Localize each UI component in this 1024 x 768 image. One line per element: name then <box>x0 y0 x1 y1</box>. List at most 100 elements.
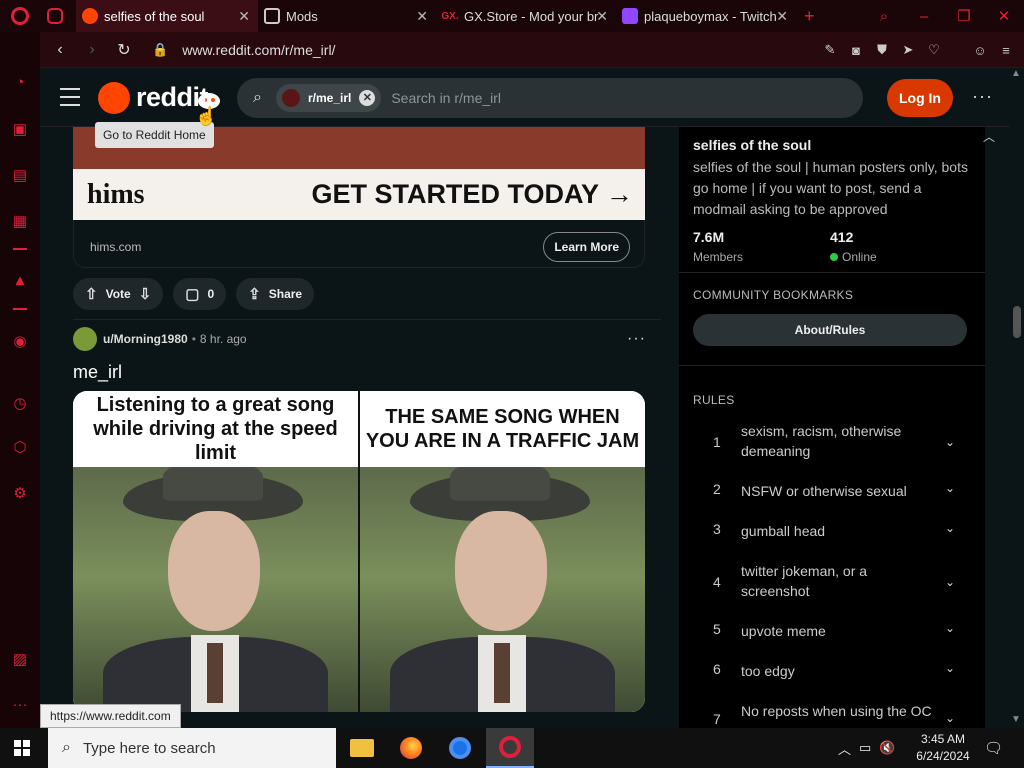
post-title[interactable]: me_irl <box>73 362 122 383</box>
history-icon[interactable]: ◷ <box>0 394 40 412</box>
aria-icon[interactable]: ▲ <box>0 272 40 289</box>
send-icon[interactable]: ➤ <box>898 42 918 58</box>
settings-menu-icon[interactable]: ≡ <box>996 43 1016 58</box>
rule-text: sexism, racism, otherwise demeaning <box>741 423 902 459</box>
volume-muted-icon[interactable]: 🔇 <box>879 740 895 756</box>
chevron-down-icon[interactable]: ⌄ <box>945 621 955 635</box>
tab-messenger[interactable] <box>40 0 76 32</box>
speed-limiter-icon[interactable]: ◔ <box>0 74 40 91</box>
scroll-down-icon[interactable]: ▼ <box>1011 714 1021 725</box>
shield-icon[interactable]: ⛊ <box>872 42 892 58</box>
firefox-icon[interactable] <box>387 728 435 768</box>
post-author[interactable]: u/Morning1980 <box>103 332 188 346</box>
login-button[interactable]: Log In <box>887 79 953 117</box>
more-icon[interactable]: ··· <box>0 696 40 713</box>
reddit-logo-icon[interactable] <box>98 82 220 114</box>
network-icon[interactable]: ▭ <box>859 740 871 756</box>
bag-icon[interactable]: ▣ <box>0 120 40 138</box>
wallpaper-icon[interactable]: ▨ <box>0 650 40 668</box>
hat-crown-shape <box>163 467 263 501</box>
edit-icon[interactable]: ✎ <box>820 42 840 58</box>
chevron-down-icon[interactable]: ⌄ <box>945 435 955 449</box>
tab-mods[interactable]: Mods ✕ <box>258 0 436 32</box>
learn-more-button[interactable]: Learn More <box>543 232 630 262</box>
subreddit-chip[interactable]: r/me_irl ✕ <box>275 84 382 112</box>
file-explorer-icon[interactable] <box>338 728 386 768</box>
player-icon[interactable]: ◉ <box>0 332 40 350</box>
chevron-up-icon[interactable]: ︿ <box>983 128 995 145</box>
face-shape <box>168 511 260 631</box>
close-tab-icon[interactable]: ✕ <box>596 8 608 25</box>
hamburger-menu-icon[interactable] <box>60 88 80 106</box>
comment-icon: ▢ <box>185 286 200 303</box>
tab-twitch[interactable]: plaqueboymax - Twitch ✕ <box>616 0 796 32</box>
clear-chip-icon[interactable]: ✕ <box>359 90 376 106</box>
opera-menu-icon[interactable] <box>0 0 40 32</box>
lock-icon[interactable]: 🔒 <box>152 42 168 58</box>
more-options-icon[interactable]: ··· <box>972 86 993 107</box>
share-button[interactable]: ⇪ Share <box>236 278 315 310</box>
windows-start-icon[interactable] <box>14 740 30 756</box>
chevron-down-icon[interactable]: ⌄ <box>945 661 955 675</box>
messenger-icon <box>47 8 63 24</box>
maximize-icon[interactable]: ❐ <box>944 7 984 25</box>
tab-selfies-of-the-soul[interactable]: selfies of the soul ✕ <box>76 0 258 32</box>
search-icon: ⌕ <box>253 89 262 106</box>
downvote-icon[interactable]: ⇩ <box>139 285 152 303</box>
taskbar-clock[interactable]: 3:45 AM 6/24/2024 <box>912 731 974 765</box>
gx-corner-icon[interactable]: ▦ <box>0 212 40 230</box>
reload-icon[interactable]: ↻ <box>108 40 140 60</box>
tab-gx-store[interactable]: GX. GX.Store - Mod your br ✕ <box>436 0 616 32</box>
chevron-down-icon[interactable]: ⌄ <box>945 481 955 495</box>
heart-icon[interactable]: ♡ <box>924 42 944 58</box>
close-tab-icon[interactable]: ✕ <box>416 8 428 25</box>
close-tab-icon[interactable]: ✕ <box>238 8 250 25</box>
ad-domain[interactable]: hims.com <box>90 240 141 254</box>
forward-icon[interactable]: › <box>76 41 108 59</box>
scrollbar-thumb[interactable] <box>1013 306 1021 338</box>
members-count: 7.6M <box>693 229 725 245</box>
search-tabs-icon[interactable]: ⌕ <box>864 8 904 25</box>
upvote-icon[interactable]: ⇧ <box>85 285 98 303</box>
camera-icon[interactable]: ◙ <box>846 43 866 58</box>
meme-photo-left <box>73 467 358 712</box>
notification-center-icon[interactable]: 🗨 <box>984 739 1003 757</box>
scroll-up-icon[interactable]: ▲ <box>1011 68 1021 79</box>
post-image[interactable]: Listening to a great song while driving … <box>73 391 645 712</box>
twitch-sidebar-icon[interactable]: ▤ <box>0 166 40 184</box>
tie-shape <box>494 643 510 703</box>
new-tab-icon[interactable]: + <box>804 6 815 27</box>
opera-gx-taskbar-icon[interactable] <box>486 728 534 768</box>
clock-date: 6/24/2024 <box>916 749 970 763</box>
url-field[interactable]: www.reddit.com/r/me_irl/ <box>182 42 335 58</box>
chevron-down-icon[interactable]: ⌄ <box>945 521 955 535</box>
comments-button[interactable]: ▢ 0 <box>173 278 227 310</box>
back-icon[interactable]: ‹ <box>44 41 76 59</box>
tray-overflow-icon[interactable]: ︿ <box>838 739 851 758</box>
page-scrollbar[interactable]: ▲ ▼ <box>1010 68 1024 728</box>
post-header: u/Morning1980 • 8 hr. ago <box>73 327 247 351</box>
settings-icon[interactable]: ⚙ <box>0 484 40 502</box>
about-rules-button[interactable]: About/Rules <box>693 314 967 346</box>
taskbar-search[interactable]: ⌕ Type here to search <box>48 728 336 768</box>
profile-icon[interactable]: ☺ <box>970 43 990 58</box>
feed-divider <box>73 319 661 320</box>
ad-strip[interactable]: hims GET STARTED TODAY → <box>73 169 645 220</box>
chevron-down-icon[interactable]: ⌄ <box>945 575 955 589</box>
windows-taskbar: ⌕ Type here to search ︿ ▭ 🔇 3:45 AM 6/24… <box>0 728 1024 768</box>
system-tray: ︿ ▭ 🔇 <box>838 728 896 768</box>
search-icon: ⌕ <box>62 739 71 756</box>
close-tab-icon[interactable]: ✕ <box>776 8 788 25</box>
post-more-icon[interactable]: ··· <box>627 330 646 348</box>
close-window-icon[interactable]: ✕ <box>984 7 1024 25</box>
vote-button[interactable]: ⇧ Vote ⇩ <box>73 278 164 310</box>
chevron-down-icon[interactable]: ⌄ <box>945 711 955 725</box>
minimize-icon[interactable]: – <box>904 8 944 25</box>
members-label: Members <box>693 250 744 264</box>
search-input[interactable]: Search in r/me_irl <box>391 90 501 106</box>
chrome-icon[interactable] <box>436 728 484 768</box>
search-bar[interactable]: ⌕ r/me_irl ✕ Search in r/me_irl <box>237 78 863 118</box>
user-avatar[interactable] <box>73 327 97 351</box>
extensions-icon[interactable]: ⬡ <box>0 438 40 456</box>
rule-number: 3 <box>713 521 721 537</box>
